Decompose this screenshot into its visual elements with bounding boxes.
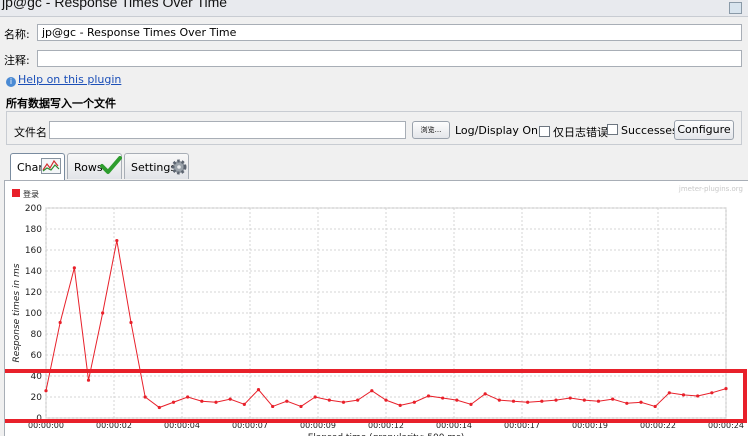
data-point [101,311,105,315]
data-point [540,399,544,403]
data-point [370,389,374,393]
data-point [242,402,246,406]
legend-label: 登录 [23,189,39,199]
name-label: 名称: [4,28,30,41]
browse-button[interactable]: 浏览... [412,121,450,139]
y-tick-label: 60 [31,351,43,361]
data-point [341,400,346,404]
data-point [299,404,303,409]
y-tick-label: 200 [25,204,42,214]
data-point [86,378,91,382]
window-title: jp@gc - Response Times Over Time [2,0,228,10]
data-point [412,400,416,404]
data-point [639,400,643,404]
data-point [72,266,76,270]
help-link-row[interactable]: i Help on this plugin [6,73,121,87]
window-titlebar: jp@gc - Response Times Over Time [0,0,748,17]
data-point [511,399,516,403]
data-point [214,400,218,404]
data-point [398,403,402,407]
checkmark-icon [100,156,122,174]
tab-settings[interactable]: Settings [124,153,189,179]
errors-only-checkbox[interactable] [539,126,550,137]
data-point [625,401,629,405]
data-point [143,395,147,399]
info-icon: i [6,77,16,87]
chart-icon [41,158,61,174]
tab-rows[interactable]: Rows [67,153,122,179]
y-tick-label: 20 [31,393,43,403]
data-point [115,238,119,243]
data-point [653,404,657,409]
data-point [582,398,586,402]
log-display-label: Log/Display Only: [455,124,551,137]
data-point [611,397,615,401]
data-point [455,398,459,402]
configure-button[interactable]: Configure [674,120,734,140]
errors-only-label: 仅日志错误 [553,126,608,139]
y-axis-label: Response times in ms [12,263,22,362]
data-point [271,404,275,409]
filename-label: 文件名 [14,126,47,139]
successes-label: Successes [621,124,678,137]
y-tick-label: 140 [25,267,42,277]
data-point [426,394,431,398]
tab-rows-label: Rows [74,161,103,174]
tab-chart[interactable]: Chart [10,153,65,180]
data-point [681,393,686,397]
data-point [554,398,558,402]
data-point [497,398,501,402]
data-point [200,399,204,403]
y-tick-label: 180 [25,225,42,235]
name-field[interactable]: jp@gc - Response Times Over Time [37,24,742,41]
data-point [469,402,473,406]
y-tick-label: 80 [31,330,43,340]
y-tick-label: 120 [25,288,42,298]
data-point [696,394,700,398]
data-point [710,391,714,395]
successes-option[interactable]: Successes [607,124,678,137]
data-point [228,397,232,401]
data-point [526,400,530,404]
highlight-box [5,369,747,423]
data-point [327,398,331,402]
legend-swatch [12,189,20,197]
data-point [568,396,572,400]
data-point [384,398,388,402]
section-title: 所有数据写入一个文件 [6,97,116,110]
data-point [58,320,62,325]
response-times-chart: 02040608010012014016018020000:00:00 00:00… [5,189,747,436]
window-maximize-icon[interactable] [729,2,742,14]
data-point [44,389,48,393]
data-point [313,395,317,399]
y-tick-label: 40 [31,372,43,382]
filename-field[interactable] [49,121,406,139]
data-point [441,396,445,400]
comment-field[interactable] [37,50,742,67]
chart-panel: jmeter-plugins.org 0 20 40 60 80 100 120 140 160… [4,180,748,436]
data-point [667,391,671,395]
y-tick-label: 100 [25,309,42,319]
data-point [356,398,360,402]
data-point [483,392,487,396]
data-point [157,405,161,410]
data-point [596,399,601,403]
help-link[interactable]: Help on this plugin [18,73,121,86]
data-point [724,387,728,391]
comment-label: 注释: [4,54,30,67]
successes-checkbox[interactable] [607,124,618,135]
data-point [285,399,289,403]
data-point [129,320,133,325]
y-tick-label: 160 [25,246,42,256]
gear-icon [171,159,187,175]
data-point [256,388,261,392]
errors-only-option[interactable]: 仅日志错误 [539,124,608,140]
data-point [171,400,176,404]
data-point [186,395,190,399]
